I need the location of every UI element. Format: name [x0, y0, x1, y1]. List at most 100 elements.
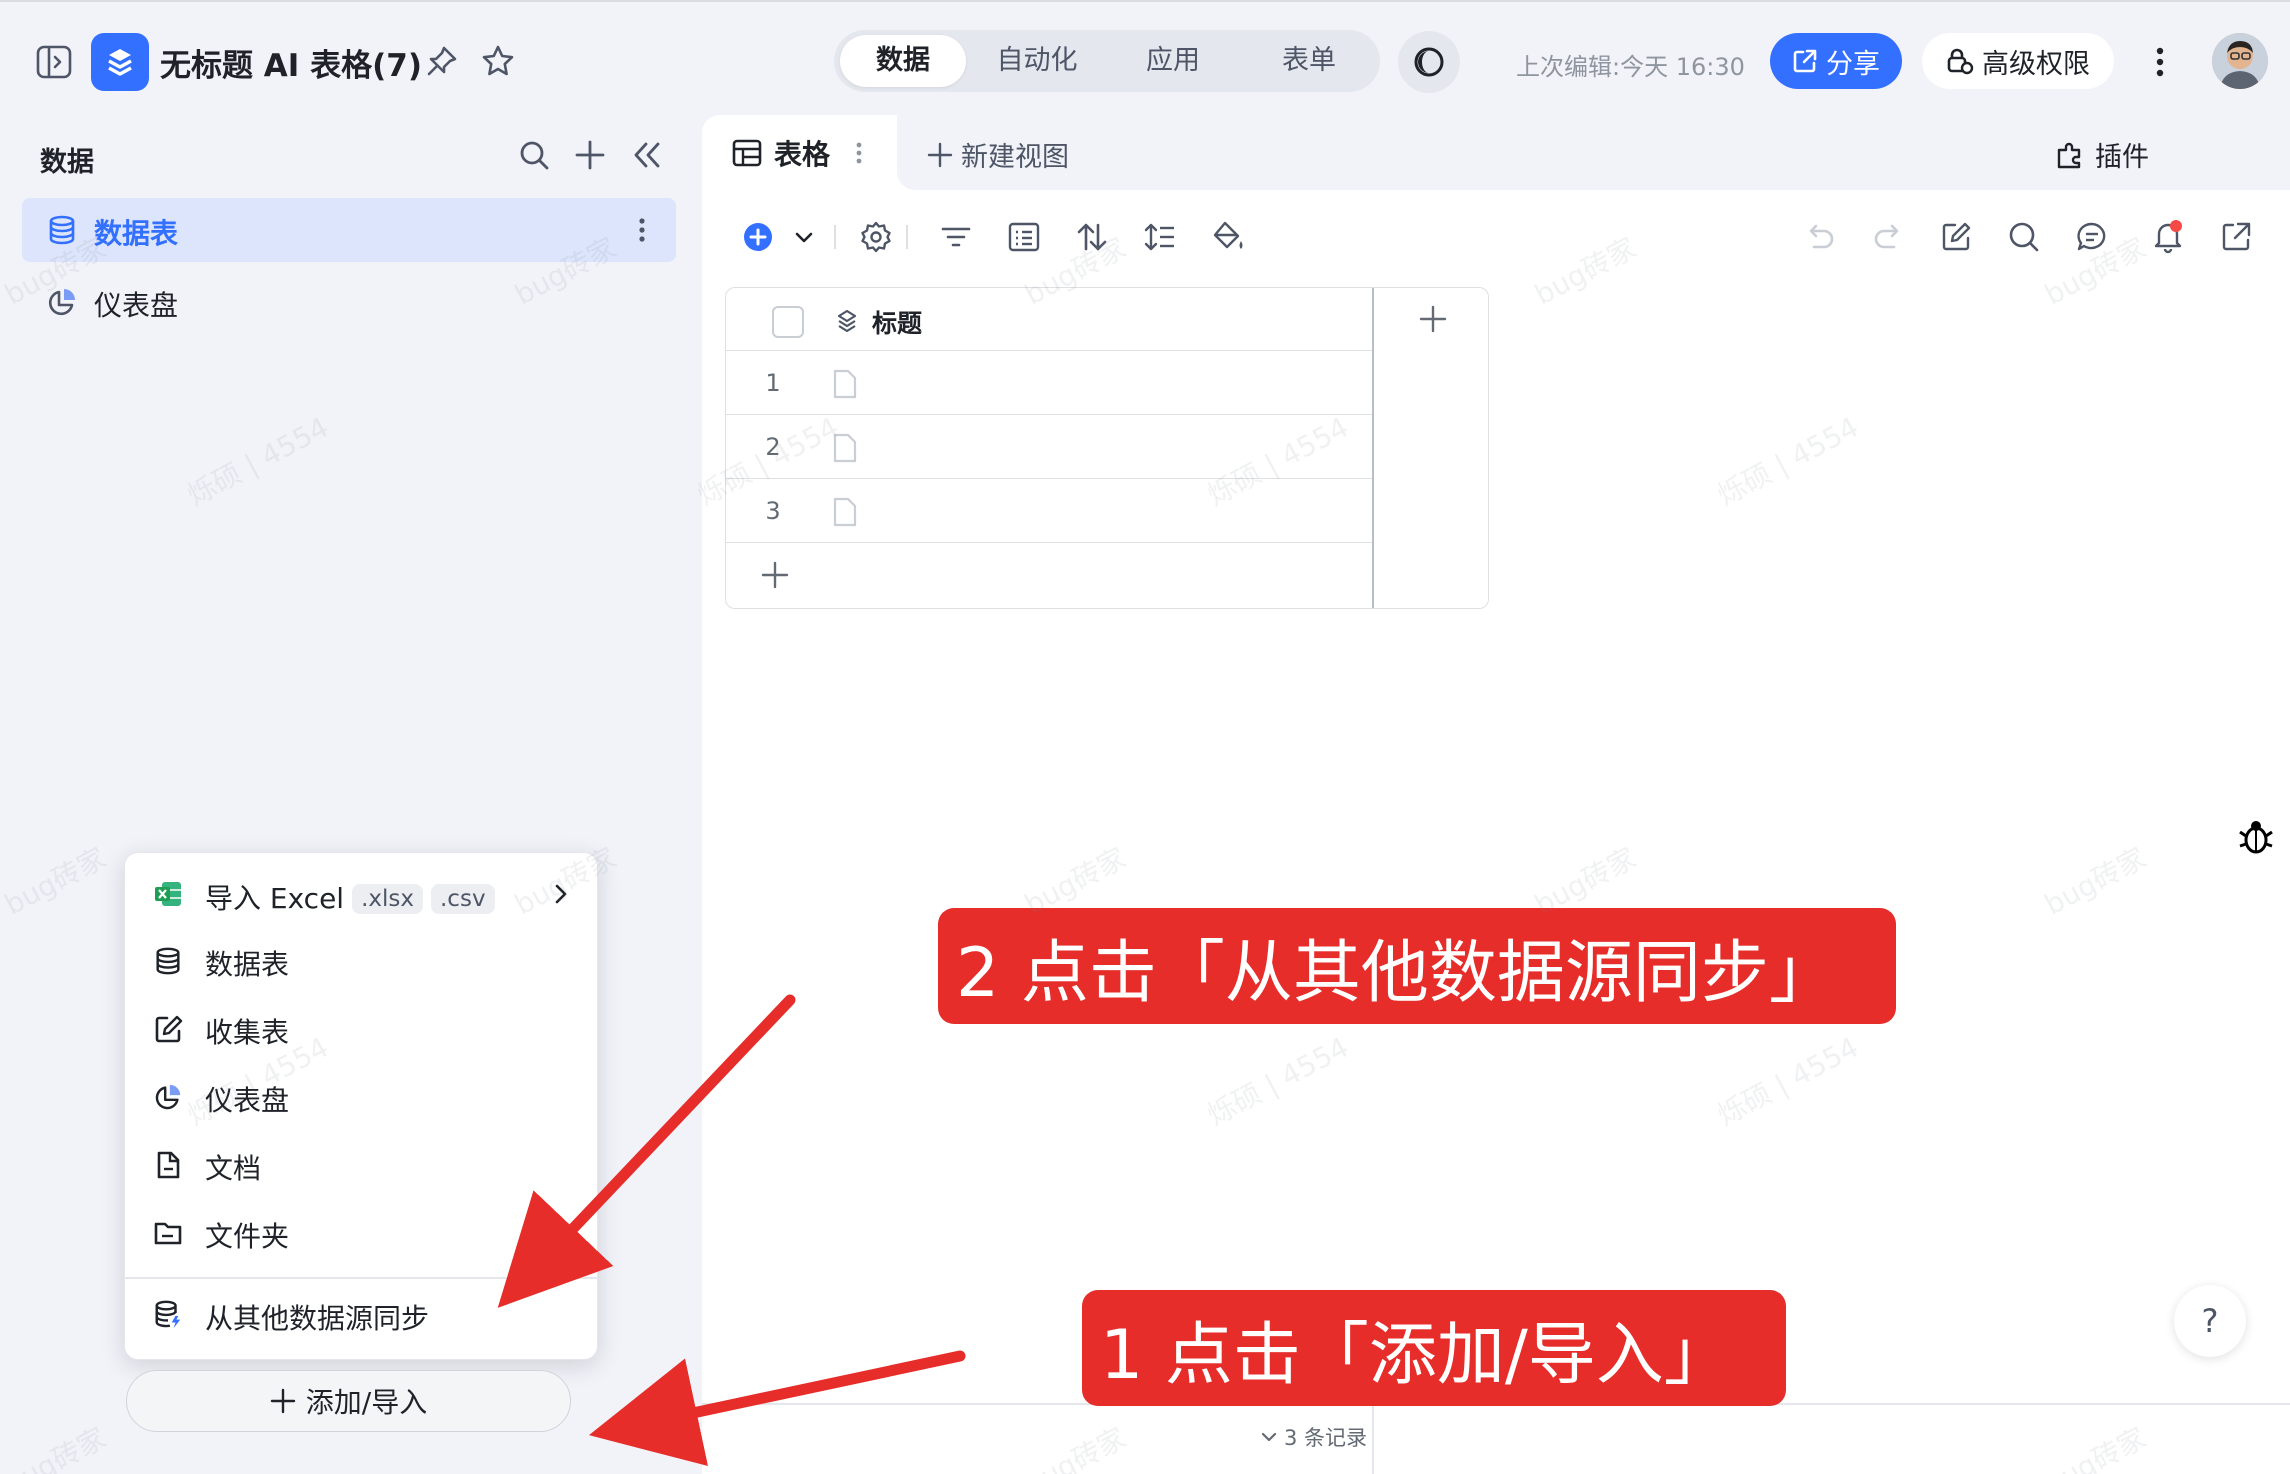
new-datatable-item[interactable]: 数据表 — [205, 943, 289, 983]
sidebar-toggle-icon[interactable] — [36, 45, 72, 79]
edit-icon[interactable] — [1938, 219, 1974, 255]
add-column-icon[interactable] — [1418, 304, 1448, 334]
share-out-icon[interactable] — [2218, 219, 2254, 255]
add-row-icon[interactable] — [760, 560, 790, 590]
row-height-icon[interactable] — [1142, 219, 1178, 255]
theme-icon — [1414, 47, 1444, 77]
user-avatar[interactable] — [2212, 33, 2268, 89]
theme-toggle-button[interactable] — [1398, 31, 1460, 93]
folder-icon — [153, 1218, 183, 1248]
document-title[interactable]: 无标题 AI 表格(7) — [160, 40, 422, 85]
main-content: 表格 新建视图 插件 标题 1 2 3 3 条记录 ? — [702, 115, 2290, 1474]
permission-label: 高级权限 — [1982, 48, 2090, 80]
new-view-button[interactable]: 新建视图 — [927, 135, 1069, 174]
data-grid: 标题 1 2 3 — [725, 287, 1489, 609]
app-logo-icon — [91, 33, 149, 91]
redo-icon[interactable] — [1870, 219, 1906, 255]
toolbar-divider — [906, 225, 908, 249]
filter-icon[interactable] — [938, 219, 974, 255]
add-import-label: 添加/导入 — [305, 1386, 428, 1419]
bug-icon[interactable] — [2238, 818, 2274, 856]
watermark: bug砖家 — [0, 841, 112, 922]
import-excel-label: 导入 Excel — [205, 882, 345, 915]
dashboard-icon — [153, 1082, 183, 1112]
sidebar-item-dashboard[interactable]: 仪表盘 — [94, 284, 178, 324]
collapse-sidebar-icon[interactable] — [630, 139, 664, 171]
search-icon[interactable] — [518, 139, 550, 171]
row-number: 3 — [765, 497, 781, 525]
sidebar-title: 数据 — [40, 147, 94, 178]
new-folder-item[interactable]: 文件夹 — [205, 1215, 289, 1255]
add-icon[interactable] — [574, 139, 606, 171]
advanced-permission-button[interactable]: 高级权限 — [1922, 33, 2114, 89]
last-edited-text: 上次编辑:今天 16:30 — [1516, 53, 1745, 81]
csv-tag: .csv — [431, 884, 495, 914]
share-button[interactable]: 分享 — [1770, 33, 1902, 89]
tab-forms[interactable]: 表单 — [1246, 35, 1372, 87]
xlsx-tag: .xlsx — [352, 884, 423, 914]
notification-icon[interactable] — [2150, 219, 2186, 255]
new-view-label: 新建视图 — [961, 142, 1069, 173]
fill-color-icon[interactable] — [1210, 219, 1246, 255]
watermark: 烁硕 | 4554 — [182, 410, 334, 513]
plugin-button[interactable]: 插件 — [2055, 135, 2149, 174]
share-icon — [1793, 49, 1817, 73]
view-tabs-bar: 新建视图 插件 — [897, 115, 2290, 190]
help-button[interactable]: ? — [2174, 1285, 2246, 1357]
record-expand-icon[interactable] — [832, 369, 858, 399]
column-frozen-divider — [1372, 288, 1374, 608]
view-tab-label: 表格 — [774, 137, 831, 171]
record-count-label: 3 条记录 — [1284, 1426, 1368, 1450]
plus-icon — [927, 142, 953, 167]
add-record-icon[interactable] — [740, 219, 776, 255]
chevron-down-icon — [1261, 1432, 1277, 1442]
view-more-icon — [856, 142, 862, 163]
mode-tabs: 数据 自动化 应用 表单 — [834, 30, 1380, 92]
annotation-step-2: 2 点击「从其他数据源同步」 — [938, 908, 1896, 1024]
watermark: bug砖家 — [0, 1421, 112, 1474]
title-field-icon — [832, 306, 862, 336]
toolbar-divider — [834, 225, 836, 249]
import-excel-item[interactable]: 导入 Excel .xlsx .csv — [205, 877, 495, 917]
table-row[interactable]: 3 — [726, 479, 1373, 543]
record-expand-icon[interactable] — [832, 497, 858, 527]
database-icon — [153, 946, 183, 976]
tab-automation[interactable]: 自动化 — [974, 35, 1100, 87]
plugin-icon — [2057, 142, 2081, 168]
form-edit-icon — [153, 1014, 183, 1044]
group-icon[interactable] — [1006, 219, 1042, 255]
new-form-item[interactable]: 收集表 — [205, 1011, 289, 1051]
pin-icon[interactable] — [424, 43, 460, 79]
select-all-checkbox[interactable] — [772, 306, 804, 338]
tab-data[interactable]: 数据 — [840, 35, 966, 87]
settings-icon[interactable] — [858, 219, 894, 255]
item-more-icon[interactable] — [636, 214, 648, 246]
search-icon[interactable] — [2006, 219, 2042, 255]
tab-apps[interactable]: 应用 — [1110, 35, 1236, 87]
top-bar: 无标题 AI 表格(7) 数据 自动化 应用 表单 上次编辑:今天 16:30 … — [0, 0, 2290, 115]
annotation-step-1: 1 点击「添加/导入」 — [1082, 1290, 1786, 1406]
new-document-item[interactable]: 文档 — [205, 1147, 261, 1187]
view-tab-table[interactable]: 表格 — [702, 115, 897, 190]
table-row[interactable]: 1 — [726, 351, 1373, 415]
excel-icon — [153, 879, 183, 909]
chevron-down-icon[interactable] — [786, 219, 822, 255]
plus-icon — [270, 1388, 295, 1414]
menu-divider — [125, 1277, 597, 1279]
more-options-icon[interactable] — [2150, 42, 2170, 82]
sync-other-datasource-item[interactable]: 从其他数据源同步 — [205, 1297, 429, 1337]
sidebar-item-label: 数据表 — [94, 217, 179, 250]
column-title-header[interactable]: 标题 — [872, 304, 922, 340]
add-import-button[interactable]: 添加/导入 — [126, 1370, 571, 1432]
record-count[interactable]: 3 条记录 — [1260, 1422, 1367, 1452]
row-number: 1 — [765, 369, 781, 397]
sync-datasource-icon — [153, 1299, 183, 1329]
share-label: 分享 — [1826, 48, 1880, 80]
undo-icon[interactable] — [1802, 219, 1838, 255]
lock-icon — [1947, 48, 1974, 75]
footer-column-divider — [1372, 1403, 1374, 1474]
document-icon — [153, 1150, 183, 1180]
table-icon — [732, 139, 762, 166]
plugin-label: 插件 — [2095, 142, 2149, 173]
star-icon[interactable] — [480, 43, 516, 79]
